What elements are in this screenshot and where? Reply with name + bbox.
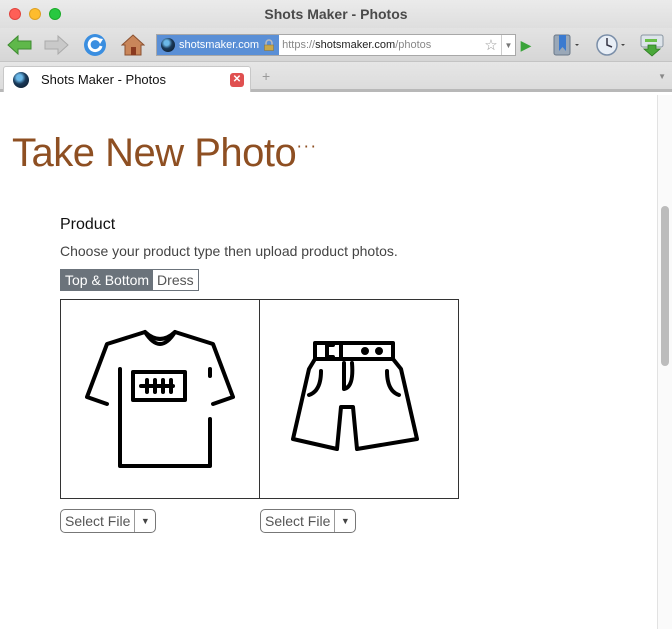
- t-shirt-icon: [85, 330, 235, 468]
- history-clock-icon: [596, 34, 625, 56]
- reload-button[interactable]: [82, 32, 108, 58]
- reload-icon: [84, 34, 106, 56]
- product-type-dress[interactable]: Dress: [153, 270, 198, 290]
- url-host: shotsmaker.com: [315, 39, 396, 51]
- bottom-photo-slot[interactable]: [259, 299, 459, 499]
- url-input[interactable]: https://shotsmaker.com/photos: [279, 39, 481, 51]
- tab-favicon-icon: [13, 71, 29, 88]
- site-identity-label: shotsmaker.com: [179, 39, 260, 51]
- select-file-label: Select File: [261, 510, 336, 532]
- title-bar: Shots Maker - Photos: [0, 0, 672, 28]
- site-identity-button[interactable]: shotsmaker.com: [157, 35, 280, 55]
- lock-icon: [264, 39, 274, 51]
- chevron-down-icon[interactable]: ▼: [335, 510, 355, 532]
- top-photo-slot[interactable]: [60, 299, 260, 499]
- page-title: Take New Photo···: [12, 131, 317, 176]
- bookmarks-button[interactable]: [550, 32, 582, 58]
- home-button[interactable]: [120, 32, 146, 58]
- tab-list-dropdown[interactable]: ▼: [658, 72, 666, 81]
- navigation-toolbar: shotsmaker.com https://shotsmaker.com/ph…: [0, 28, 672, 62]
- tab-shots-maker-photos[interactable]: Shots Maker - Photos ✕: [3, 66, 251, 92]
- page-title-ellipsis: ···: [296, 135, 318, 156]
- product-section-title: Product: [60, 216, 116, 233]
- back-arrow-icon: [7, 35, 32, 55]
- page-content: Take New Photo··· Product Choose your pr…: [0, 95, 658, 629]
- product-section-description: Choose your product type then upload pro…: [60, 243, 398, 259]
- select-file-label: Select File: [61, 510, 136, 532]
- product-type-top-bottom[interactable]: Top & Bottom: [61, 270, 154, 290]
- go-arrow-icon: ▶: [520, 36, 532, 53]
- forward-arrow-icon: [44, 35, 69, 55]
- bottom-select-file-dropdown[interactable]: Select File ▼: [260, 509, 357, 533]
- history-button[interactable]: [594, 32, 628, 58]
- bookmarks-icon: [553, 34, 579, 56]
- go-button[interactable]: ▶: [517, 36, 535, 54]
- scrollbar-thumb[interactable]: [661, 206, 669, 366]
- window-title: Shots Maker - Photos: [264, 6, 408, 22]
- forward-button[interactable]: [42, 32, 70, 58]
- downloads-icon: [640, 34, 664, 57]
- tab-close-icon[interactable]: ✕: [230, 72, 244, 87]
- url-path: /photos: [395, 39, 432, 51]
- site-favicon-icon: [161, 38, 175, 52]
- vertical-scrollbar[interactable]: [657, 95, 672, 629]
- page-title-text: Take New Photo: [12, 131, 297, 175]
- browser-window: Shots Maker - Photos shotsmaker.com http…: [0, 0, 672, 629]
- chevron-down-icon[interactable]: ▼: [135, 510, 155, 532]
- tab-label: Shots Maker - Photos: [41, 72, 166, 87]
- home-icon: [121, 34, 145, 56]
- tab-strip: Shots Maker - Photos ✕ + ▼: [0, 62, 672, 92]
- downloads-button[interactable]: [638, 32, 666, 58]
- url-scheme: https://: [282, 39, 316, 51]
- shorts-icon: [291, 341, 419, 451]
- bookmark-star-icon[interactable]: ☆: [481, 36, 501, 54]
- new-tab-button[interactable]: +: [262, 68, 270, 84]
- product-type-toggle: Top & Bottom Dress: [60, 269, 199, 291]
- top-select-file-dropdown[interactable]: Select File ▼: [60, 509, 157, 533]
- back-button[interactable]: [6, 32, 34, 58]
- address-bar[interactable]: shotsmaker.com https://shotsmaker.com/ph…: [156, 34, 516, 56]
- url-history-dropdown[interactable]: ▼: [501, 35, 515, 55]
